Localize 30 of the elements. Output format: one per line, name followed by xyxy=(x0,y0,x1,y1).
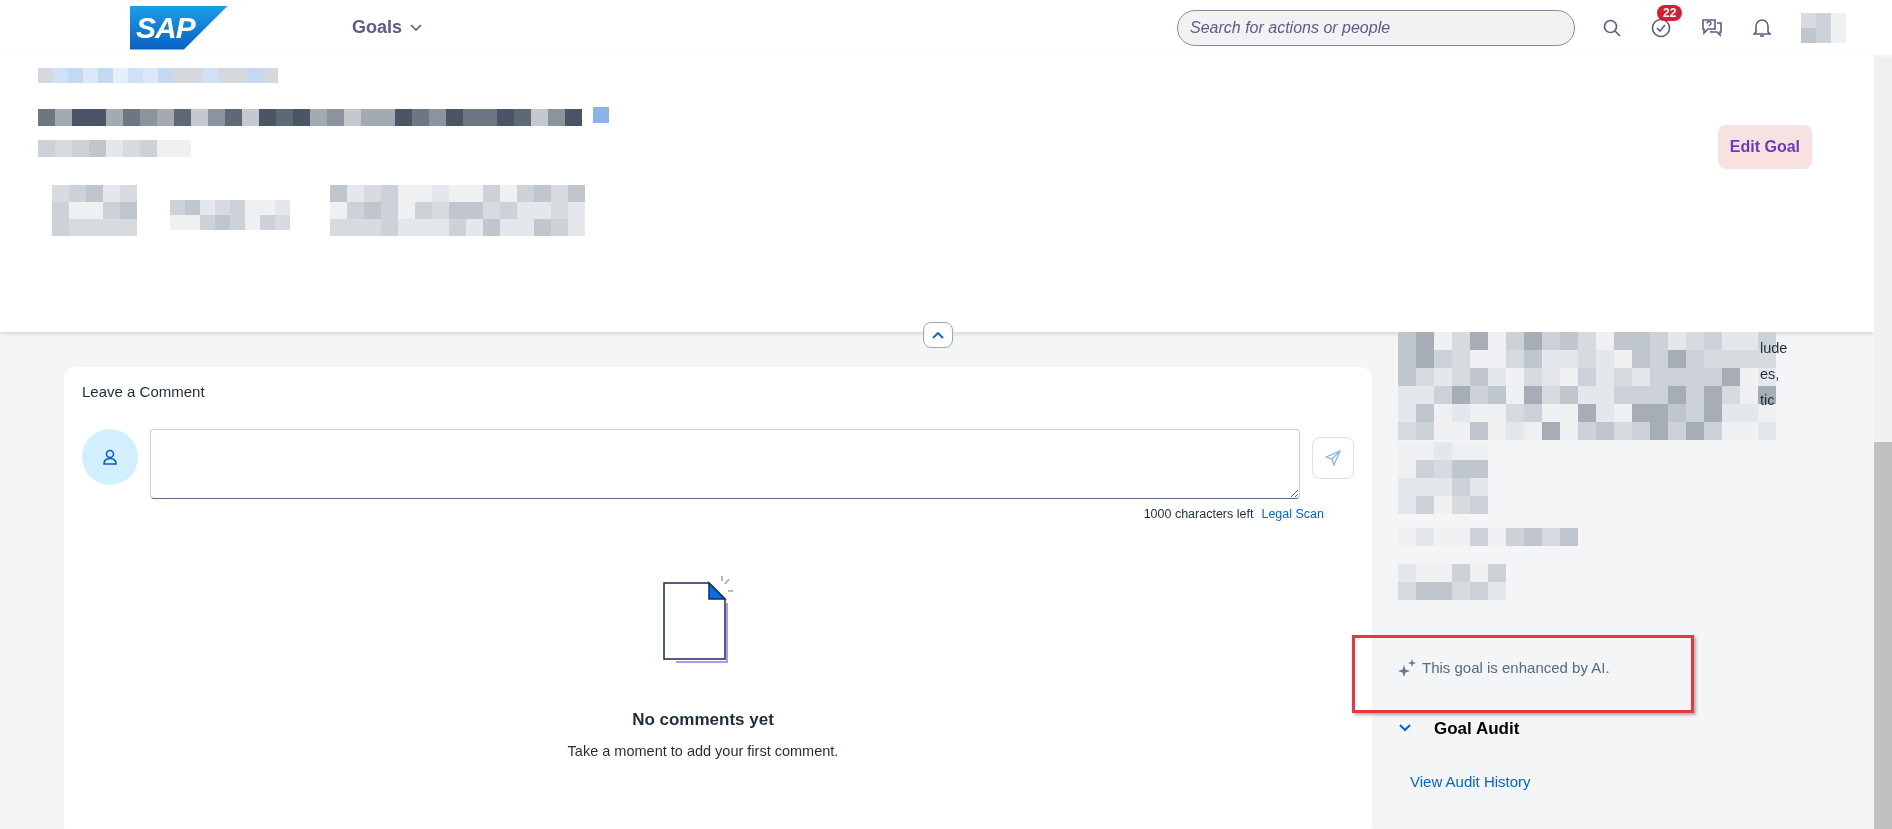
send-icon xyxy=(1325,449,1342,466)
notification-count: 22 xyxy=(1657,4,1683,21)
chevron-up-icon xyxy=(932,331,944,339)
chat-question-icon[interactable] xyxy=(1701,17,1723,38)
ai-note: This goal is enhanced by AI. xyxy=(1422,658,1610,678)
empty-title: No comments yet xyxy=(632,709,774,732)
text-fragment: es, xyxy=(1760,365,1780,384)
todo-check-icon[interactable] xyxy=(1651,17,1671,38)
person-icon xyxy=(102,448,118,465)
view-audit-history-link[interactable]: View Audit History xyxy=(1410,771,1531,794)
character-counter: 1000 characters left xyxy=(1143,505,1254,523)
edit-goal-button[interactable]: Edit Goal xyxy=(1717,125,1812,169)
scrollbar-thumb[interactable] xyxy=(1874,442,1892,829)
chevron-down-icon xyxy=(410,23,423,32)
bell-icon[interactable] xyxy=(1753,17,1771,38)
text-fragment: lude xyxy=(1760,339,1788,358)
comment-title: Leave a Comment xyxy=(82,382,206,402)
text-fragment: tic xyxy=(1760,391,1775,410)
empty-message: Take a moment to add your first comment. xyxy=(567,741,839,761)
legal-scan-link[interactable]: Legal Scan xyxy=(1261,504,1324,524)
sparkle-icon xyxy=(1398,659,1416,678)
comment-input[interactable] xyxy=(150,428,1301,499)
goal-audit-toggle[interactable]: Goal Audit xyxy=(1398,715,1520,741)
search-field[interactable]: Search for actions or people xyxy=(1177,9,1575,46)
goals-menu[interactable]: Goals xyxy=(346,13,429,42)
redacted-drawing xyxy=(593,107,609,123)
sap-logo: SAP xyxy=(130,5,228,50)
search-icon[interactable] xyxy=(1603,18,1621,37)
scrollbar[interactable] xyxy=(1874,57,1892,829)
collapse-button[interactable] xyxy=(923,322,953,348)
